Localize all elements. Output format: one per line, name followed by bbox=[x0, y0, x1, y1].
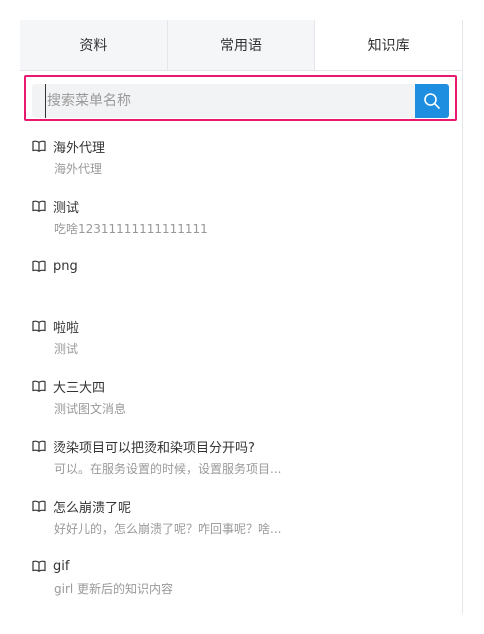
item-title: 烫染项目可以把烫和染项目分开吗? bbox=[53, 440, 255, 456]
knowledge-panel: 资料 常用语 知识库 海外代理 海外代理 测试 bbox=[20, 20, 463, 614]
tab-common-phrases[interactable]: 常用语 bbox=[168, 20, 316, 70]
list-item[interactable]: gif girl 更新后的知识内容 bbox=[20, 555, 460, 615]
tab-bar: 资料 常用语 知识库 bbox=[20, 20, 463, 71]
book-open-icon bbox=[32, 320, 46, 332]
list-item[interactable]: 怎么崩溃了呢 好好儿的，怎么崩溃了呢？咋回事呢？啥... bbox=[20, 495, 460, 555]
search-input[interactable] bbox=[45, 84, 415, 118]
book-open-icon bbox=[32, 560, 46, 572]
list-item[interactable]: png bbox=[20, 255, 460, 315]
knowledge-list: 海外代理 海外代理 测试 吃啥12311111111111111 png 啦啦 … bbox=[20, 135, 460, 615]
list-item[interactable]: 海外代理 海外代理 bbox=[20, 135, 460, 195]
item-title: 怎么崩溃了呢 bbox=[53, 500, 132, 516]
book-open-icon bbox=[32, 140, 46, 152]
book-open-icon bbox=[32, 500, 46, 512]
item-title: gif bbox=[53, 558, 70, 574]
search-icon bbox=[424, 93, 440, 109]
book-open-icon bbox=[32, 260, 46, 272]
item-description: girl 更新后的知识内容 bbox=[54, 582, 174, 596]
item-title: 啦啦 bbox=[53, 320, 80, 336]
book-open-icon bbox=[32, 200, 46, 212]
list-item[interactable]: 烫染项目可以把烫和染项目分开吗? 可以。在服务设置的时候，设置服务项目... bbox=[20, 435, 460, 495]
book-open-icon bbox=[32, 380, 46, 392]
search-box bbox=[32, 84, 449, 118]
tab-knowledge-base[interactable]: 知识库 bbox=[315, 20, 463, 70]
item-description: 好好儿的，怎么崩溃了呢？咋回事呢？啥... bbox=[54, 522, 282, 536]
search-highlight-outline bbox=[24, 75, 457, 121]
item-description: 可以。在服务设置的时候，设置服务项目... bbox=[54, 462, 282, 476]
item-title: 海外代理 bbox=[53, 140, 106, 156]
item-title: png bbox=[53, 258, 78, 274]
item-description bbox=[54, 280, 460, 298]
item-description: 海外代理 bbox=[54, 162, 103, 176]
item-description: 测试图文消息 bbox=[54, 402, 127, 416]
item-description: 吃啥12311111111111111 bbox=[54, 222, 208, 236]
item-title: 测试 bbox=[53, 200, 80, 216]
item-description: 测试 bbox=[54, 342, 79, 356]
list-item[interactable]: 啦啦 测试 bbox=[20, 315, 460, 375]
book-open-icon bbox=[32, 440, 46, 452]
list-item[interactable]: 测试 吃啥12311111111111111 bbox=[20, 195, 460, 255]
list-item[interactable]: 大三大四 测试图文消息 bbox=[20, 375, 460, 435]
tab-profile[interactable]: 资料 bbox=[20, 20, 168, 70]
item-title: 大三大四 bbox=[53, 380, 106, 396]
search-button[interactable] bbox=[415, 84, 449, 118]
